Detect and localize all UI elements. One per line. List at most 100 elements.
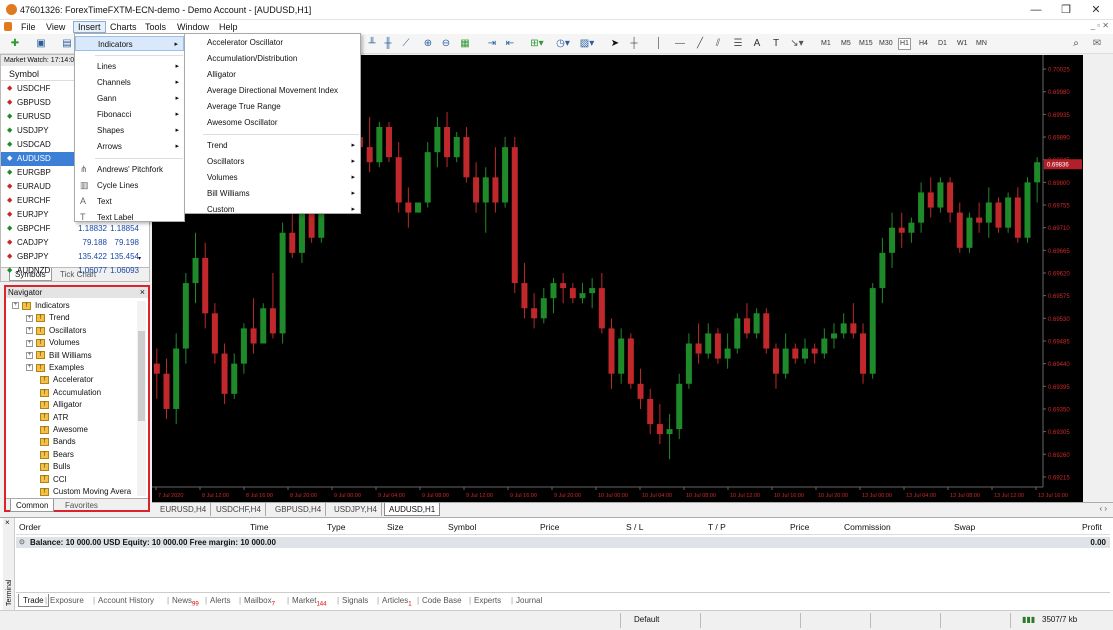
chart-tab-usdchf[interactable]: USDCHF,H4 [212, 503, 266, 516]
col-swap[interactable]: Swap [954, 522, 975, 532]
col-price[interactable]: Price [540, 522, 559, 532]
menu-file[interactable]: File [17, 21, 40, 33]
insert-menu-item[interactable]: Fibonacci ▸ [75, 107, 184, 122]
col-size[interactable]: Size [387, 522, 404, 532]
market-watch-row[interactable]: ◆ GBPJPY 135.422 135.454 [1, 250, 141, 264]
indicator-menu-item[interactable]: Volumes ▸ [185, 170, 360, 185]
insert-menu-item[interactable]: T Text Label [75, 210, 184, 225]
vertical-line-icon[interactable]: │ [656, 38, 662, 50]
indicator-menu-item[interactable]: Accelerator Oscillator [185, 35, 360, 50]
insert-menu-item[interactable]: Channels ▸ [75, 75, 184, 90]
indicator-menu-item[interactable]: Average Directional Movement Index [185, 83, 360, 98]
timeframe-m15[interactable]: M15 [858, 38, 874, 50]
navigator-item[interactable]: f Custom Moving Avera [40, 486, 131, 498]
autoscroll-icon[interactable]: ⇤ [504, 38, 516, 50]
timeframe-m5[interactable]: M5 [840, 38, 852, 50]
chart-tab-usdjpy[interactable]: USDJPY,H4 [330, 503, 382, 516]
indicator-menu-item[interactable]: Accumulation/Distribution [185, 51, 360, 66]
indicators-icon[interactable]: ⊞▾ [528, 38, 546, 50]
col-order[interactable]: Order [19, 522, 41, 532]
col-profit[interactable]: Profit [1082, 522, 1102, 532]
terminal-close-icon[interactable]: × [5, 518, 10, 527]
navigator-item[interactable]: + f Trend [26, 312, 70, 324]
timeframe-m1[interactable]: M1 [820, 38, 832, 50]
mdi-controls[interactable]: _ ▫ ✕ [1091, 21, 1109, 30]
search-icon[interactable]: ⌕ [1070, 38, 1082, 50]
navigator-item[interactable]: + f Oscillators [26, 325, 86, 337]
menu-help[interactable]: Help [215, 21, 242, 33]
navigator-item[interactable]: f CCI [40, 474, 67, 486]
tab-favorites[interactable]: Favorites [60, 499, 103, 512]
indicator-menu-item[interactable]: Bill Williams ▸ [185, 186, 360, 201]
col-tp[interactable]: T / P [708, 522, 726, 532]
navigator-item[interactable]: f Alligator [40, 399, 82, 411]
candlestick-icon[interactable]: ╫ [382, 38, 394, 50]
market-watch-row[interactable]: ◆ CADJPY 79.188 79.198 [1, 236, 141, 250]
navigator-item[interactable]: + f Examples [26, 362, 84, 374]
chart-tab-eurusd[interactable]: EURUSD,H4 [156, 503, 212, 516]
cursor-icon[interactable]: ➤ [610, 38, 620, 50]
insert-menu-item[interactable]: Indicators ▸ [75, 36, 184, 51]
terminal-tab-code-base[interactable]: Code Base [422, 594, 462, 607]
expand-icon[interactable]: + [26, 327, 33, 335]
tab-common[interactable]: Common [10, 499, 55, 512]
insert-menu-item[interactable]: A Text [75, 194, 184, 209]
menu-view[interactable]: View [42, 21, 69, 33]
line-chart-icon[interactable]: ⟋ [400, 38, 412, 50]
indicator-menu-item[interactable]: Oscillators ▸ [185, 154, 360, 169]
insert-menu-item[interactable]: Shapes ▸ [75, 123, 184, 138]
navigator-close-icon[interactable]: × [140, 287, 145, 297]
navigator-item[interactable]: f ATR [40, 412, 68, 424]
chart-shift-icon[interactable]: ⇥ [486, 38, 498, 50]
expand-icon[interactable]: + [26, 364, 33, 372]
menu-tools[interactable]: Tools [141, 21, 170, 33]
indicator-menu-item[interactable]: Alligator [185, 67, 360, 82]
terminal-tab-journal[interactable]: Journal [516, 594, 542, 607]
terminal-tab-account-history[interactable]: Account History [98, 594, 154, 607]
indicator-menu-item[interactable]: Trend ▸ [185, 138, 360, 153]
expand-icon[interactable]: + [26, 339, 33, 347]
timeframe-m30[interactable]: M30 [878, 38, 894, 50]
expand-icon[interactable]: + [12, 302, 19, 310]
terminal-tab-signals[interactable]: Signals [342, 594, 368, 607]
terminal-tab-market[interactable]: Market144 [292, 594, 326, 608]
scrollbar-thumb[interactable] [138, 331, 145, 421]
terminal-tab-mailbox[interactable]: Mailbox7 [244, 594, 275, 608]
col-time[interactable]: Time [250, 522, 269, 532]
crosshair-icon[interactable]: ┼ [628, 38, 640, 50]
tile-windows-icon[interactable]: ▦ [459, 38, 471, 50]
col-type[interactable]: Type [327, 522, 345, 532]
navigator-scrollbar[interactable] [137, 301, 146, 496]
timeframe-d1[interactable]: D1 [937, 38, 948, 50]
terminal-tab-news[interactable]: News99 [172, 594, 199, 608]
indicator-menu-item[interactable]: Custom ▸ [185, 202, 360, 217]
col-price-current[interactable]: Price [790, 522, 809, 532]
profiles-icon[interactable]: ▣ [34, 38, 48, 50]
navigator-item[interactable]: f Awesome [40, 424, 88, 436]
text-label-tool-icon[interactable]: T [770, 38, 782, 50]
timeframe-h1[interactable]: H1 [898, 38, 911, 50]
insert-menu-item[interactable]: Arrows ▸ [75, 139, 184, 154]
trendline-icon[interactable]: ╱ [694, 38, 706, 50]
timeframe-mn[interactable]: MN [975, 38, 988, 50]
navigator-item[interactable]: + f Volumes [26, 337, 80, 349]
insert-menu-item[interactable]: Gann ▸ [75, 91, 184, 106]
close-button[interactable]: ✕ [1088, 3, 1104, 17]
chart-tab-gbpusd[interactable]: GBPUSD,H4 [271, 503, 327, 516]
chart-tab-audusd[interactable]: AUDUSD,H1 [384, 503, 441, 516]
indicator-menu-item[interactable]: Average True Range [185, 99, 360, 114]
terminal-tab-alerts[interactable]: Alerts [210, 594, 230, 607]
insert-menu-item[interactable]: ▥ Cycle Lines [75, 178, 184, 193]
navigator-item[interactable]: f Accumulation [40, 387, 101, 399]
zoom-in-icon[interactable]: ⊕ [422, 38, 434, 50]
navigator-item[interactable]: + f Indicators [12, 300, 70, 312]
timeframe-h4[interactable]: H4 [918, 38, 929, 50]
new-chart-icon[interactable]: ✚ [8, 38, 22, 50]
expand-icon[interactable]: + [26, 351, 33, 359]
expand-icon[interactable]: + [26, 314, 33, 322]
terminal-tab-articles[interactable]: Articles1 [382, 594, 412, 608]
col-commission[interactable]: Commission [844, 522, 891, 532]
navigator-item[interactable]: f Accelerator [40, 374, 93, 386]
fibonacci-icon[interactable]: ☰ [732, 38, 744, 50]
restore-button[interactable]: ❐ [1058, 3, 1074, 17]
